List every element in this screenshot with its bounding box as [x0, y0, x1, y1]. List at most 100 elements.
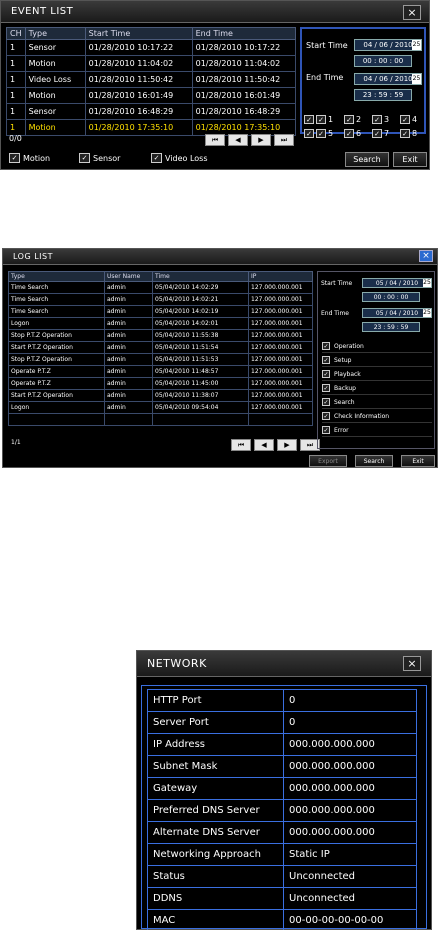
end-clock-field[interactable]: 23 : 59 : 59: [362, 322, 420, 332]
table-row[interactable]: 1 Motion 01/28/2010 16:01:49 01/28/2010 16:…: [6, 87, 297, 104]
cell-start-time: 01/28/2010 10:17:22: [84, 39, 193, 56]
channel-2-checkbox[interactable]: ✓: [344, 115, 354, 124]
channel-6-checkbox[interactable]: ✓: [344, 129, 354, 138]
end-date-field[interactable]: 05 / 04 / 2010 25: [362, 308, 432, 318]
option-setup[interactable]: ✓ Setup: [322, 354, 432, 367]
table-row[interactable]: [8, 413, 313, 426]
start-date-field[interactable]: 05 / 04 / 2010 25: [362, 278, 432, 288]
network-window: NETWORK × HTTP Port 0 Server Port 0 IP Addre…: [136, 650, 432, 930]
end-date-field[interactable]: 04 / 06 / 2010 25: [354, 73, 422, 85]
network-title: NETWORK: [147, 657, 207, 670]
calendar-icon[interactable]: 25: [412, 40, 421, 50]
network-close-button[interactable]: ×: [403, 656, 421, 671]
legend-motion[interactable]: ✓ Motion: [9, 153, 50, 163]
last-page-button[interactable]: ⏭: [274, 134, 294, 146]
table-row[interactable]: Logon admin 05/04/2010 14:02:01 127.000.000…: [8, 317, 313, 330]
prev-page-button[interactable]: ◀: [254, 439, 274, 451]
column-header-type[interactable]: Type: [24, 27, 86, 40]
table-row[interactable]: Stop P.T.Z Operation admin 05/04/2010 11:5…: [8, 353, 313, 366]
start-time-label: Start Time: [306, 41, 348, 50]
start-date-field[interactable]: 04 / 06 / 2010 25: [354, 39, 422, 51]
exit-button[interactable]: Exit: [393, 152, 427, 167]
channel-3-checkbox[interactable]: ✓: [372, 115, 382, 124]
cell-user-name: admin: [104, 353, 153, 366]
table-row[interactable]: Time Search admin 05/04/2010 14:02:29 127.0…: [8, 281, 313, 294]
checkbox-icon[interactable]: ✓: [151, 153, 162, 163]
table-row[interactable]: 1 Sensor 01/28/2010 10:17:22 01/28/2010 10:…: [6, 39, 297, 56]
export-button[interactable]: Export: [309, 455, 347, 467]
log-list-filter-panel: Start Time 05 / 04 / 2010 25 00 : 00 : 0…: [317, 271, 435, 449]
prev-page-button[interactable]: ◀: [228, 134, 248, 146]
checkbox-icon[interactable]: ✓: [322, 426, 330, 434]
option-check-information[interactable]: ✓ Check Information: [322, 410, 432, 423]
channel-7-checkbox[interactable]: ✓: [372, 129, 382, 138]
checkbox-icon[interactable]: ✓: [9, 153, 20, 163]
start-clock-field[interactable]: 00 : 00 : 00: [354, 55, 412, 67]
option-playback[interactable]: ✓ Playback: [322, 368, 432, 381]
column-header-start-time[interactable]: Start Time: [84, 27, 193, 40]
column-header-user-name[interactable]: User Name: [104, 271, 153, 282]
log-list-table: Type User Name Time IP Time Search admin 0…: [8, 271, 313, 426]
table-row[interactable]: Operate P.T.Z admin 05/04/2010 11:45:00 127…: [8, 377, 313, 390]
legend-sensor[interactable]: ✓ Sensor: [79, 153, 120, 163]
calendar-icon[interactable]: 25: [423, 309, 431, 317]
option-error[interactable]: ✓ Error: [322, 424, 432, 437]
end-clock-field[interactable]: 23 : 59 : 59: [354, 89, 412, 101]
table-row[interactable]: 1 Video Loss 01/28/2010 11:50:42 01/28/2010…: [6, 71, 297, 88]
table-row[interactable]: Start P.T.Z Operation admin 05/04/2010 11:…: [8, 389, 313, 402]
setting-value: 000.000.000.000: [283, 733, 417, 756]
cell-time: 05/04/2010 14:02:21: [152, 293, 249, 306]
table-row[interactable]: 1 Sensor 01/28/2010 16:48:29 01/28/2010 16:…: [6, 103, 297, 120]
search-button[interactable]: Search: [355, 455, 393, 467]
cell-type: Logon: [8, 401, 105, 414]
select-all-row-1-checkbox[interactable]: ✓: [304, 115, 314, 124]
setting-value: Unconnected: [283, 887, 417, 910]
channel-4-checkbox[interactable]: ✓: [400, 115, 410, 124]
cell-user-name: admin: [104, 317, 153, 330]
legend-video-loss[interactable]: ✓ Video Loss: [151, 153, 208, 163]
option-label: Check Information: [334, 412, 390, 420]
table-row[interactable]: Stop P.T.Z Operation admin 05/04/2010 11:5…: [8, 329, 313, 342]
calendar-icon[interactable]: 25: [412, 74, 421, 84]
select-all-row-2-checkbox[interactable]: ✓: [304, 129, 314, 138]
column-header-ch[interactable]: CH: [6, 27, 26, 40]
exit-button[interactable]: Exit: [401, 455, 435, 467]
checkbox-icon[interactable]: ✓: [322, 356, 330, 364]
table-row[interactable]: Logon admin 05/04/2010 09:54:04 127.000.000…: [8, 401, 313, 414]
channel-1-checkbox[interactable]: ✓: [316, 115, 326, 124]
setting-label: Status: [147, 865, 284, 888]
table-row[interactable]: Time Search admin 05/04/2010 14:02:21 127.0…: [8, 293, 313, 306]
channel-8-checkbox[interactable]: ✓: [400, 129, 410, 138]
column-header-time[interactable]: Time: [152, 271, 249, 282]
checkbox-icon[interactable]: ✓: [322, 412, 330, 420]
checkbox-icon[interactable]: ✓: [79, 153, 90, 163]
cell-user-name: admin: [104, 377, 153, 390]
calendar-icon[interactable]: 25: [423, 279, 431, 287]
start-clock-field[interactable]: 00 : 00 : 00: [362, 292, 420, 302]
next-page-button[interactable]: ▶: [251, 134, 271, 146]
first-page-button[interactable]: ⏮: [231, 439, 251, 451]
search-button[interactable]: Search: [345, 152, 389, 167]
option-search[interactable]: ✓ Search: [322, 396, 432, 409]
table-row[interactable]: Time Search admin 05/04/2010 14:02:19 127.0…: [8, 305, 313, 318]
option-operation[interactable]: ✓ Operation: [322, 340, 432, 353]
column-header-end-time[interactable]: End Time: [191, 27, 297, 40]
cell-type: Operate P.T.Z: [8, 365, 105, 378]
log-list-close-button[interactable]: ×: [419, 250, 433, 262]
table-row[interactable]: Start P.T.Z Operation admin 05/04/2010 11:…: [8, 341, 313, 354]
first-page-button[interactable]: ⏮: [205, 134, 225, 146]
checkbox-icon[interactable]: ✓: [322, 398, 330, 406]
checkbox-icon[interactable]: ✓: [322, 384, 330, 392]
checkbox-icon[interactable]: ✓: [322, 342, 330, 350]
table-row[interactable]: Operate P.T.Z admin 05/04/2010 11:48:57 127…: [8, 365, 313, 378]
next-page-button[interactable]: ▶: [277, 439, 297, 451]
checkbox-icon[interactable]: ✓: [322, 370, 330, 378]
event-list-close-button[interactable]: ×: [403, 5, 421, 20]
channel-5-checkbox[interactable]: ✓: [316, 129, 326, 138]
option-backup[interactable]: ✓ Backup: [322, 382, 432, 395]
column-header-ip[interactable]: IP: [248, 271, 313, 282]
table-row[interactable]: 1 Motion 01/28/2010 11:04:02 01/28/2010 11:…: [6, 55, 297, 72]
settings-row: MAC 00-00-00-00-00-00: [147, 909, 417, 930]
end-date-value: 04 / 06 / 2010: [363, 75, 413, 83]
column-header-type[interactable]: Type: [8, 271, 105, 282]
